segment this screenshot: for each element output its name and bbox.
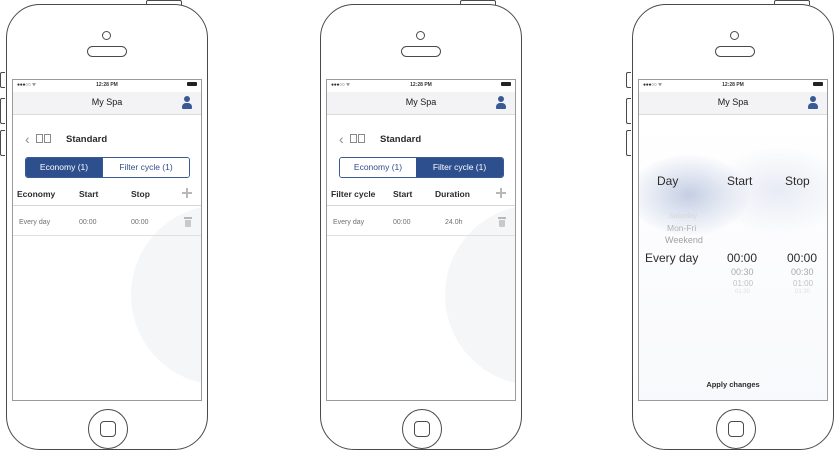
cell-stop: 00:00 <box>131 219 149 226</box>
battery-icon <box>187 82 197 86</box>
table-row[interactable]: Every day 00:00 00:00 <box>13 211 201 236</box>
nav-bar: My Spa <box>13 92 201 115</box>
status-time: 12:28 PM <box>722 82 744 88</box>
nav-title: My Spa <box>91 97 123 107</box>
mute-switch <box>0 72 5 88</box>
day-option[interactable]: Mon-Fri <box>667 223 696 233</box>
phone-mockup-economy: ●●●○○ ᯤ 12:28 PM My Spa ‹ Standard Econo… <box>0 0 212 452</box>
table-row[interactable]: Every day 00:00 24.0h <box>327 211 515 236</box>
screen: ●●●○○ ᯤ 12:28 PM My Spa Day Start Stop S… <box>638 79 828 401</box>
nav-title: My Spa <box>405 97 437 107</box>
nav-bar: My Spa <box>327 92 515 115</box>
screen: ●●●○○ ᯤ 12:28 PM My Spa ‹ Standard Econo… <box>326 79 516 401</box>
column-header-stop: Stop <box>131 189 150 199</box>
start-option[interactable]: 01:30 <box>735 289 750 295</box>
start-selected[interactable]: 00:00 <box>727 251 757 265</box>
add-icon[interactable] <box>182 188 192 198</box>
apply-changes-button[interactable]: Apply changes <box>639 380 827 389</box>
table-header: Filter cycle Start Duration <box>327 183 515 206</box>
cell-duration: 24.0h <box>445 219 463 226</box>
table-header: Economy Start Stop <box>13 183 201 206</box>
cell-start: 00:00 <box>393 219 411 226</box>
phone-body: ●●●○○ ᯤ 12:28 PM My Spa ‹ Standard Econo… <box>320 4 522 450</box>
stop-selected[interactable]: 00:00 <box>787 251 817 265</box>
volume-down-button <box>0 130 5 156</box>
status-bar: ●●●○○ ᯤ 12:28 PM <box>327 80 515 92</box>
picker-header-day: Day <box>657 174 679 188</box>
phone-body: ●●●○○ ᯤ 12:28 PM My Spa Day Start Stop S… <box>632 4 834 450</box>
content: ‹ Standard Economy (1) Filter cycle (1) … <box>327 115 515 400</box>
day-option[interactable]: Saturday <box>669 213 697 220</box>
home-square-icon <box>100 421 116 437</box>
nav-title: My Spa <box>717 97 749 107</box>
preset-title: Standard <box>380 134 422 145</box>
stop-option[interactable]: 01:30 <box>795 289 810 295</box>
tab-filter-cycle[interactable]: Filter cycle (1) <box>416 158 503 177</box>
status-time: 12:28 PM <box>410 82 432 88</box>
mute-switch <box>626 72 631 88</box>
tab-economy[interactable]: Economy (1) <box>26 158 102 177</box>
add-icon[interactable] <box>496 188 506 198</box>
volume-up-button <box>626 98 631 124</box>
camera-icon <box>730 31 739 40</box>
cell-day: Every day <box>333 219 365 226</box>
speaker-grille <box>87 46 127 57</box>
speaker-grille <box>401 46 441 57</box>
day-selected[interactable]: Every day <box>645 251 698 265</box>
back-chevron-icon[interactable]: ‹ <box>339 132 344 146</box>
picker-header-stop: Stop <box>785 174 810 188</box>
battery-icon <box>501 82 511 86</box>
battery-icon <box>813 82 823 86</box>
cell-start: 00:00 <box>79 219 97 226</box>
book-icon[interactable] <box>350 134 366 144</box>
phone-mockup-filter-cycle: ●●●○○ ᯤ 12:28 PM My Spa ‹ Standard Econo… <box>314 0 526 452</box>
user-icon[interactable] <box>182 96 192 110</box>
book-icon[interactable] <box>36 134 52 144</box>
home-button[interactable] <box>88 409 128 449</box>
content: ‹ Standard Economy (1) Filter cycle (1) … <box>13 115 201 400</box>
user-icon[interactable] <box>808 96 818 110</box>
tab-filter-cycle[interactable]: Filter cycle (1) <box>102 158 189 177</box>
status-bar: ●●●○○ ᯤ 12:28 PM <box>13 80 201 92</box>
status-time: 12:28 PM <box>96 82 118 88</box>
preset-header: ‹ Standard <box>13 131 201 149</box>
trash-icon[interactable] <box>184 217 192 227</box>
home-square-icon <box>728 421 744 437</box>
back-chevron-icon[interactable]: ‹ <box>25 132 30 146</box>
column-header-start: Start <box>393 189 413 199</box>
stop-option[interactable]: 01:00 <box>793 279 813 288</box>
volume-down-button <box>626 130 631 156</box>
status-bar: ●●●○○ ᯤ 12:28 PM <box>639 80 827 92</box>
home-square-icon <box>414 421 430 437</box>
preset-header: ‹ Standard <box>327 131 515 149</box>
user-icon[interactable] <box>496 96 506 110</box>
camera-icon <box>416 31 425 40</box>
picker-header-start: Start <box>727 174 753 188</box>
home-button[interactable] <box>716 409 756 449</box>
nav-bar: My Spa <box>639 92 827 115</box>
camera-icon <box>102 31 111 40</box>
home-button[interactable] <box>402 409 442 449</box>
day-option[interactable]: Weekend <box>665 235 703 245</box>
phone-body: ●●●○○ ᯤ 12:28 PM My Spa ‹ Standard Econo… <box>6 4 208 450</box>
column-header-type: Filter cycle <box>331 189 376 199</box>
start-option[interactable]: 00:30 <box>731 267 754 277</box>
phone-mockup-picker: ●●●○○ ᯤ 12:28 PM My Spa Day Start Stop S… <box>626 0 838 452</box>
stop-option[interactable]: 00:30 <box>791 267 814 277</box>
cell-day: Every day <box>19 219 51 226</box>
preset-title: Standard <box>66 134 108 145</box>
column-header-start: Start <box>79 189 99 199</box>
volume-up-button <box>0 98 5 124</box>
start-option[interactable]: 01:00 <box>733 279 753 288</box>
speaker-grille <box>715 46 755 57</box>
column-header-type: Economy <box>17 189 56 199</box>
column-header-duration: Duration <box>435 189 470 199</box>
tab-economy[interactable]: Economy (1) <box>340 158 416 177</box>
screen: ●●●○○ ᯤ 12:28 PM My Spa ‹ Standard Econo… <box>12 79 202 401</box>
trash-icon[interactable] <box>498 217 506 227</box>
segmented-control: Economy (1) Filter cycle (1) <box>339 157 504 178</box>
segmented-control: Economy (1) Filter cycle (1) <box>25 157 190 178</box>
